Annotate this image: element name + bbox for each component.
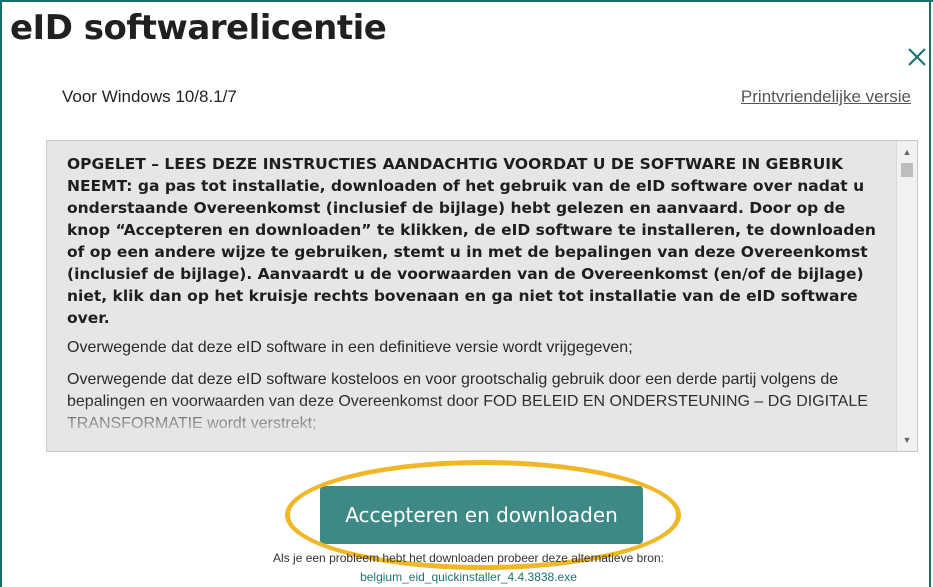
- modal-top-border: [2, 0, 933, 2]
- license-warning: OPGELET – LEES DEZE INSTRUCTIES AANDACHT…: [67, 155, 876, 327]
- scroll-up-icon[interactable]: ▲: [897, 143, 917, 161]
- close-icon[interactable]: [904, 44, 930, 70]
- platform-subtitle: Voor Windows 10/8.1/7: [62, 87, 237, 106]
- license-text: OPGELET – LEES DEZE INSTRUCTIES AANDACHT…: [67, 153, 889, 445]
- license-paragraph: Overwegende dat deze eID software kostel…: [67, 371, 868, 432]
- modal-title: eID softwarelicentie: [10, 8, 387, 48]
- scroll-thumb[interactable]: [901, 163, 913, 177]
- alternative-source-note: Als je een probleem hebt het downloaden …: [273, 551, 664, 565]
- license-modal: eID softwarelicentie Voor Windows 10/8.1…: [0, 0, 933, 587]
- license-text-box[interactable]: OPGELET – LEES DEZE INSTRUCTIES AANDACHT…: [46, 140, 918, 452]
- license-scrollbar[interactable]: ▲ ▼: [896, 141, 917, 451]
- accept-download-button[interactable]: Accepteren en downloaden: [320, 486, 643, 544]
- license-paragraph: Overwegende dat deze eID software in een…: [67, 339, 633, 356]
- print-friendly-link[interactable]: Printvriendelijke versie: [741, 87, 911, 107]
- scroll-down-icon[interactable]: ▼: [897, 431, 917, 449]
- alternative-download-link[interactable]: belgium_eid_quickinstaller_4.4.3838.exe: [2, 570, 933, 584]
